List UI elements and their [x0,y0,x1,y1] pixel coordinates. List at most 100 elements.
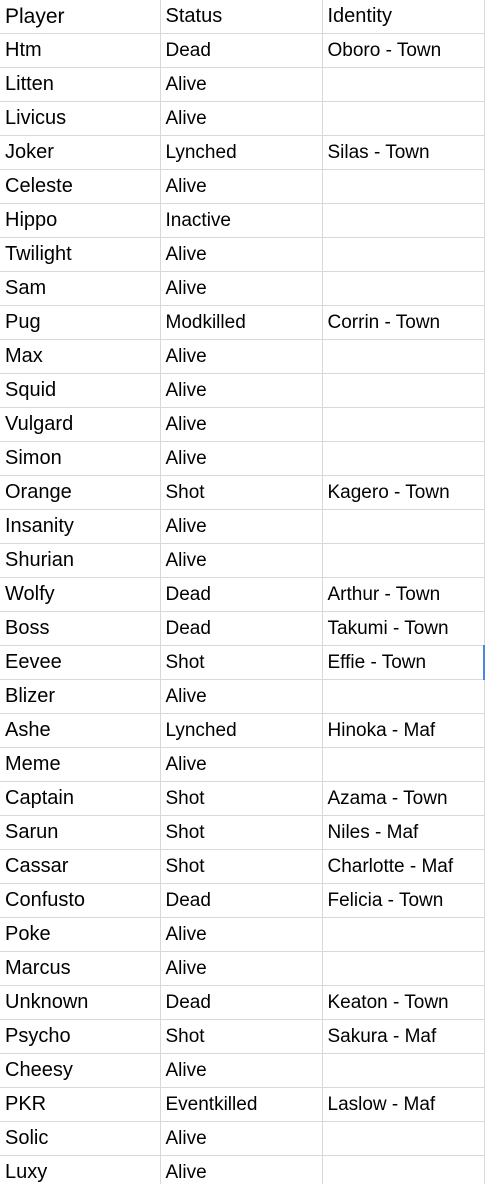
status-cell[interactable]: Dead [160,883,323,918]
status-cell[interactable]: Alive [160,373,323,408]
player-cell[interactable]: Boss [0,611,161,646]
status-cell[interactable]: Alive [160,237,323,272]
identity-cell[interactable]: Azama - Town [322,781,485,816]
identity-cell[interactable] [322,373,485,408]
player-cell[interactable]: Psycho [0,1019,161,1054]
identity-cell[interactable] [322,951,485,986]
player-cell[interactable]: Shurian [0,543,161,578]
player-cell[interactable]: Litten [0,67,161,102]
status-cell[interactable]: Shot [160,645,323,680]
status-cell[interactable]: Dead [160,611,323,646]
identity-cell[interactable] [322,407,485,442]
player-cell[interactable]: Orange [0,475,161,510]
player-cell[interactable]: Cheesy [0,1053,161,1088]
player-cell[interactable]: Vulgard [0,407,161,442]
status-cell[interactable]: Alive [160,679,323,714]
identity-cell[interactable]: Felicia - Town [322,883,485,918]
identity-cell[interactable]: Keaton - Town [322,985,485,1020]
player-cell[interactable]: Htm [0,33,161,68]
identity-cell[interactable] [322,441,485,476]
player-cell[interactable]: Wolfy [0,577,161,612]
player-cell[interactable]: Poke [0,917,161,952]
identity-cell[interactable] [322,271,485,306]
header-status-cell[interactable]: Status [160,0,323,34]
identity-cell[interactable] [322,543,485,578]
player-cell[interactable]: Pug [0,305,161,340]
status-cell[interactable]: Alive [160,543,323,578]
player-cell[interactable]: Insanity [0,509,161,544]
identity-cell[interactable] [322,339,485,374]
identity-cell[interactable]: Sakura - Maf [322,1019,485,1054]
identity-cell[interactable] [322,917,485,952]
identity-cell[interactable]: Laslow - Maf [322,1087,485,1122]
status-cell[interactable]: Modkilled [160,305,323,340]
player-cell[interactable]: Twilight [0,237,161,272]
status-cell[interactable]: Shot [160,849,323,884]
identity-cell[interactable] [322,1155,485,1184]
identity-cell[interactable] [322,747,485,782]
status-cell[interactable]: Alive [160,67,323,102]
player-cell[interactable]: Celeste [0,169,161,204]
status-cell[interactable]: Dead [160,985,323,1020]
status-cell[interactable]: Alive [160,1053,323,1088]
identity-cell[interactable] [322,67,485,102]
player-cell[interactable]: Unknown [0,985,161,1020]
player-cell[interactable]: Squid [0,373,161,408]
player-cell[interactable]: Marcus [0,951,161,986]
status-cell[interactable]: Alive [160,509,323,544]
identity-cell[interactable]: Oboro - Town [322,33,485,68]
player-cell[interactable]: Confusto [0,883,161,918]
header-player-cell[interactable]: Player [0,0,161,34]
identity-cell[interactable] [322,169,485,204]
status-cell[interactable]: Alive [160,271,323,306]
identity-cell[interactable] [322,101,485,136]
status-cell[interactable]: Shot [160,1019,323,1054]
status-cell[interactable]: Alive [160,407,323,442]
identity-cell[interactable]: Hinoka - Maf [322,713,485,748]
status-cell[interactable]: Inactive [160,203,323,238]
player-cell[interactable]: Hippo [0,203,161,238]
identity-cell[interactable] [322,1121,485,1156]
player-cell[interactable]: PKR [0,1087,161,1122]
player-cell[interactable]: Sarun [0,815,161,850]
player-cell[interactable]: Luxy [0,1155,161,1184]
status-cell[interactable]: Alive [160,339,323,374]
player-cell[interactable]: Solic [0,1121,161,1156]
status-cell[interactable]: Alive [160,1121,323,1156]
identity-cell[interactable]: Kagero - Town [322,475,485,510]
status-cell[interactable]: Alive [160,441,323,476]
identity-cell[interactable]: Arthur - Town [322,577,485,612]
identity-cell[interactable]: Silas - Town [322,135,485,170]
player-cell[interactable]: Max [0,339,161,374]
player-cell[interactable]: Livicus [0,101,161,136]
status-cell[interactable]: Shot [160,475,323,510]
identity-cell[interactable]: Niles - Maf [322,815,485,850]
status-cell[interactable]: Alive [160,917,323,952]
player-cell[interactable]: Cassar [0,849,161,884]
status-cell[interactable]: Dead [160,577,323,612]
identity-cell[interactable]: Corrin - Town [322,305,485,340]
identity-cell[interactable] [322,203,485,238]
status-cell[interactable]: Alive [160,101,323,136]
player-cell[interactable]: Simon [0,441,161,476]
player-cell[interactable]: Blizer [0,679,161,714]
status-cell[interactable]: Alive [160,747,323,782]
identity-cell[interactable] [322,679,485,714]
header-identity-cell[interactable]: Identity [322,0,485,34]
player-cell[interactable]: Captain [0,781,161,816]
player-cell[interactable]: Eevee [0,645,161,680]
identity-cell[interactable] [322,509,485,544]
status-cell[interactable]: Lynched [160,135,323,170]
status-cell[interactable]: Shot [160,781,323,816]
identity-cell[interactable] [322,1053,485,1088]
identity-cell[interactable]: Effie - Town [322,645,485,680]
player-cell[interactable]: Meme [0,747,161,782]
identity-cell[interactable]: Charlotte - Maf [322,849,485,884]
player-cell[interactable]: Joker [0,135,161,170]
identity-cell[interactable] [322,237,485,272]
status-cell[interactable]: Dead [160,33,323,68]
player-cell[interactable]: Sam [0,271,161,306]
status-cell[interactable]: Alive [160,169,323,204]
status-cell[interactable]: Alive [160,951,323,986]
status-cell[interactable]: Shot [160,815,323,850]
